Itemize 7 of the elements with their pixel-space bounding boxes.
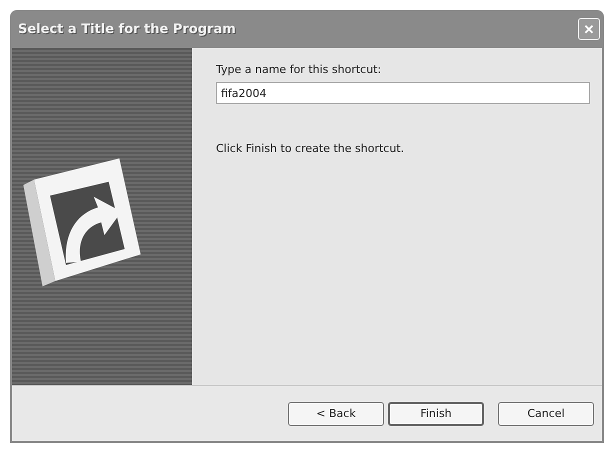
back-button[interactable]: < Back xyxy=(288,402,384,426)
cancel-button[interactable]: Cancel xyxy=(498,402,594,426)
window-title: Select a Title for the Program xyxy=(18,22,236,36)
finish-button[interactable]: Finish xyxy=(388,402,484,426)
shortcut-name-field[interactable]: fifa2004 xyxy=(216,82,590,104)
prompt-label: Type a name for this shortcut: xyxy=(216,63,382,76)
instruction-text: Click Finish to create the shortcut. xyxy=(216,142,404,155)
